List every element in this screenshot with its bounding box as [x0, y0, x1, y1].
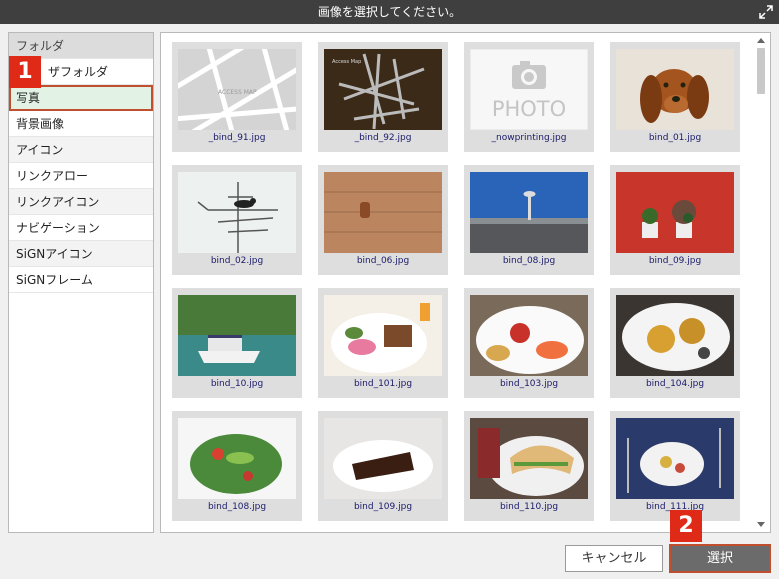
map-thumbnail: ACCESS MAP [178, 49, 296, 130]
image-tile[interactable]: bind_111.jpg [610, 411, 740, 521]
image-tile[interactable]: bind_103.jpg [464, 288, 594, 398]
expand-icon[interactable] [759, 5, 773, 19]
brick-wall-photo-thumbnail [324, 172, 442, 253]
vertical-scrollbar[interactable] [754, 35, 768, 530]
folder-sidebar: フォルダ ザフォルダ 写真 背景画像 アイコン リンクアロー リンクアイコン ナ… [8, 32, 154, 533]
sidebar-item-photos[interactable]: 写真 [9, 85, 153, 111]
fruit-plate-photo-thumbnail [470, 295, 588, 376]
sidebar-item-sign-icons[interactable]: SiGNアイコン [9, 241, 153, 267]
scroll-thumb[interactable] [757, 48, 765, 94]
airport-photo-thumbnail [470, 172, 588, 253]
select-button[interactable]: 選択 [669, 544, 771, 573]
antenna-photo-thumbnail [178, 172, 296, 253]
step-badge-2: 2 [670, 510, 702, 542]
image-tile[interactable]: bind_01.jpg [610, 42, 740, 152]
cake-photo-thumbnail [324, 418, 442, 499]
image-tile[interactable]: bind_108.jpg [172, 411, 302, 521]
window-title: 画像を選択してください。 [317, 5, 462, 19]
image-filename: bind_01.jpg [648, 133, 702, 143]
image-filename: bind_08.jpg [502, 256, 556, 266]
sidebar-item-link-arrows[interactable]: リンクアロー [9, 163, 153, 189]
step-badge-1: 1 [9, 56, 41, 88]
image-filename: bind_101.jpg [353, 379, 413, 389]
sidebar-item-link-icons[interactable]: リンクアイコン [9, 189, 153, 215]
image-tile[interactable]: bind_02.jpg [172, 165, 302, 275]
boat-photo-thumbnail [178, 295, 296, 376]
salad-photo-thumbnail [178, 418, 296, 499]
image-tile[interactable]: bind_109.jpg [318, 411, 448, 521]
image-tile[interactable]: PHOTO _nowprinting.jpg [464, 42, 594, 152]
image-filename: bind_06.jpg [356, 256, 410, 266]
image-filename: bind_09.jpg [648, 256, 702, 266]
plants-photo-thumbnail [616, 172, 734, 253]
image-filename: _nowprinting.jpg [491, 133, 567, 143]
sandwich-photo-thumbnail [470, 418, 588, 499]
svg-text:PHOTO: PHOTO [492, 97, 566, 121]
image-tile[interactable]: bind_08.jpg [464, 165, 594, 275]
dinner-table-photo-thumbnail [616, 418, 734, 499]
breakfast-photo-thumbnail [324, 295, 442, 376]
image-filename: bind_104.jpg [645, 379, 705, 389]
map-thumbnail: Access Map [324, 49, 442, 130]
image-tile[interactable]: bind_10.jpg [172, 288, 302, 398]
image-filename: bind_108.jpg [207, 502, 267, 512]
dog-photo-thumbnail [616, 49, 734, 130]
cancel-button[interactable]: キャンセル [565, 545, 663, 572]
image-tile[interactable]: bind_09.jpg [610, 165, 740, 275]
image-grid-panel: ACCESS MAP _bind_91.jpg Access Map _bind… [160, 32, 771, 533]
sidebar-item-navigation[interactable]: ナビゲーション [9, 215, 153, 241]
photo-placeholder-thumbnail: PHOTO [470, 49, 588, 130]
image-tile[interactable]: ACCESS MAP _bind_91.jpg [172, 42, 302, 152]
image-filename: bind_109.jpg [353, 502, 413, 512]
pastries-photo-thumbnail [616, 295, 734, 376]
image-filename: bind_02.jpg [210, 256, 264, 266]
sidebar-item-icons[interactable]: アイコン [9, 137, 153, 163]
svg-text:ACCESS MAP: ACCESS MAP [218, 89, 257, 96]
svg-text:Access Map: Access Map [332, 59, 361, 65]
image-tile[interactable]: bind_06.jpg [318, 165, 448, 275]
sidebar-item-background-images[interactable]: 背景画像 [9, 111, 153, 137]
image-tile[interactable]: bind_101.jpg [318, 288, 448, 398]
sidebar-item-sign-frames[interactable]: SiGNフレーム [9, 267, 153, 293]
image-tile[interactable]: Access Map _bind_92.jpg [318, 42, 448, 152]
title-bar: 画像を選択してください。 [0, 0, 779, 24]
image-filename: _bind_91.jpg [208, 133, 266, 143]
image-tile[interactable]: bind_104.jpg [610, 288, 740, 398]
image-filename: bind_10.jpg [210, 379, 264, 389]
image-filename: _bind_92.jpg [354, 133, 412, 143]
scroll-up-arrow-icon[interactable] [757, 38, 765, 43]
image-tile[interactable]: bind_110.jpg [464, 411, 594, 521]
scroll-down-arrow-icon[interactable] [757, 522, 765, 527]
image-filename: bind_103.jpg [499, 379, 559, 389]
image-filename: bind_110.jpg [499, 502, 559, 512]
